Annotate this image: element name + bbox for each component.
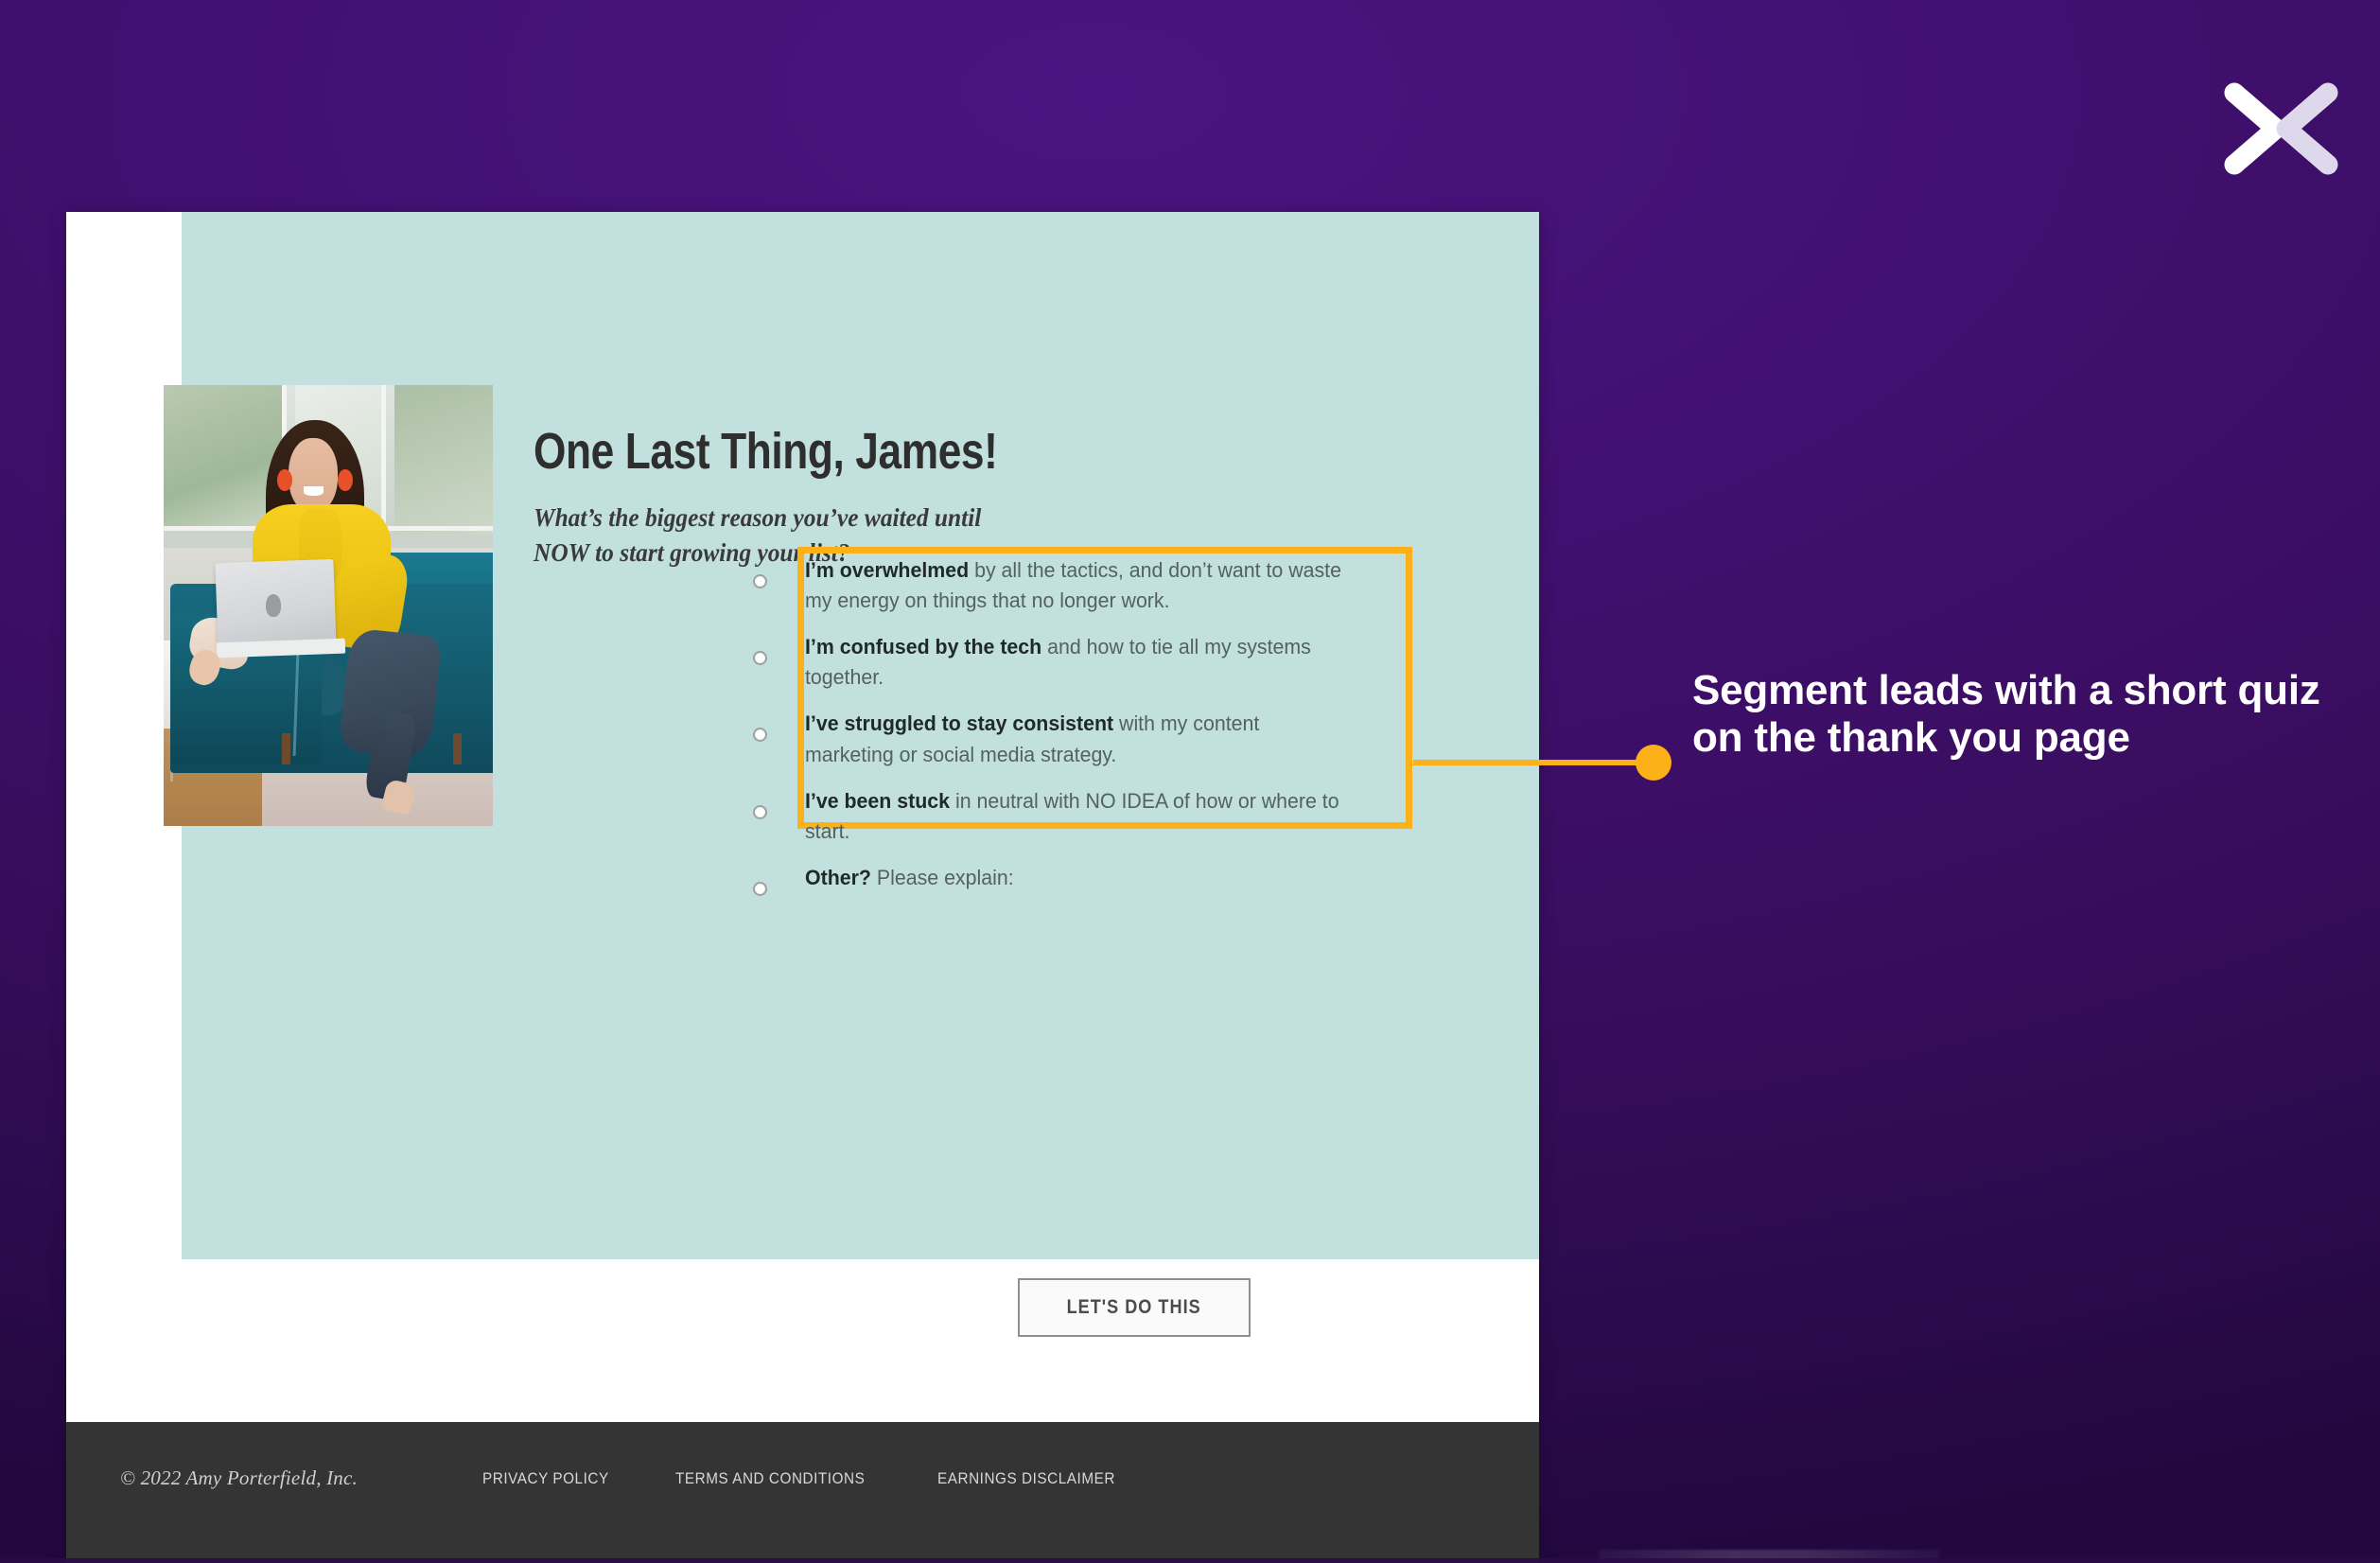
quiz-option[interactable]: I’ve been stuck in neutral with NO IDEA … [753,786,1415,847]
bottom-edge-artifact [1599,1550,1939,1563]
footer-links: PRIVACY POLICY TERMS AND CONDITIONS EARN… [482,1469,1135,1488]
quiz-option-label: I’m confused by the tech and how to tie … [805,635,1311,690]
radio-button-icon[interactable] [753,881,767,896]
quiz-option[interactable]: I’m overwhelmed by all the tactics, and … [753,555,1415,616]
site-footer: © 2022 Amy Porterfield, Inc. PRIVACY POL… [66,1422,1539,1563]
quiz-option-label: I’ve been stuck in neutral with NO IDEA … [805,788,1339,843]
page-headline: One Last Thing, James! [534,423,998,480]
callout-connector-dot [1636,745,1671,781]
quiz-option-label: I’m overwhelmed by all the tactics, and … [805,558,1341,613]
quiz-option-label: I’ve struggled to stay consistent with m… [805,711,1260,766]
quiz-option[interactable]: I’ve struggled to stay consistent with m… [753,709,1415,769]
landing-page-screenshot: One Last Thing, James! What’s the bigges… [66,212,1539,1563]
callout-text: Segment leads with a short quiz on the t… [1692,667,2320,761]
quiz-option[interactable]: I’m confused by the tech and how to tie … [753,632,1415,693]
quiz-option[interactable]: Other? Please explain: [753,863,1415,896]
cta-label: LET'S DO THIS [1066,1296,1202,1318]
slide-canvas: One Last Thing, James! What’s the bigges… [0,0,2380,1563]
copyright-text: © 2022 Amy Porterfield, Inc. [120,1466,358,1489]
hero-photo [164,385,493,826]
radio-button-icon[interactable] [753,728,767,743]
radio-button-icon[interactable] [753,651,767,666]
white-spacer [66,1259,1539,1422]
quiz-options-list: I’m overwhelmed by all the tactics, and … [753,555,1415,896]
callout-connector-line [1413,760,1645,765]
radio-button-icon[interactable] [753,574,767,588]
quiz-option-label: Other? Please explain: [805,865,1014,889]
radio-button-icon[interactable] [753,804,767,819]
lets-do-this-button[interactable]: LET'S DO THIS [1018,1278,1251,1337]
footer-link-earnings-disclaimer[interactable]: EARNINGS DISCLAIMER [937,1469,1115,1488]
footer-link-terms-and-conditions[interactable]: TERMS AND CONDITIONS [675,1469,865,1488]
footer-link-privacy-policy[interactable]: PRIVACY POLICY [482,1469,609,1488]
x-chevrons-logo-icon [2217,79,2345,179]
